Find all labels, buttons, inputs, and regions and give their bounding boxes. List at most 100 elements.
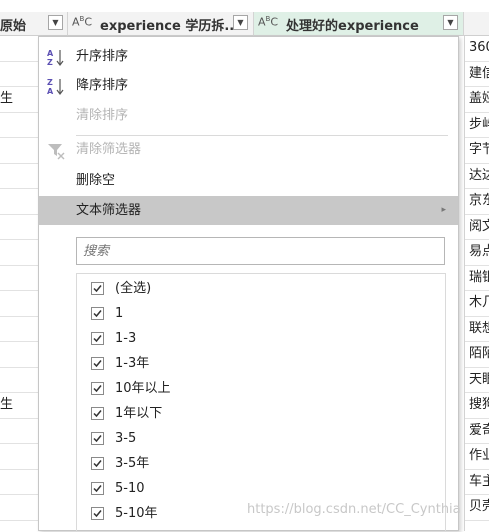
column-header-experience-split[interactable]: ABC experience 学历拆... ▼ xyxy=(68,12,254,36)
table-cell[interactable]: 陌陌 xyxy=(465,342,489,368)
filter-value-item[interactable]: 1-3 xyxy=(77,326,437,351)
sort-ascending-menu-item[interactable]: A Z 升序排序 xyxy=(39,42,458,71)
column-header-experience-split-label: experience 学历拆... xyxy=(100,19,240,34)
filter-value-label: (全选) xyxy=(115,281,152,296)
table-cell[interactable]: 天眼 xyxy=(465,368,489,393)
table-cell[interactable] xyxy=(0,215,38,240)
watermark-text: https://blog.csdn.net/CC_Cynthia xyxy=(247,502,461,517)
checkmark-icon xyxy=(93,435,102,443)
column-header-original-label: 原始 xyxy=(0,19,27,34)
filter-value-item[interactable]: 5-10 xyxy=(77,476,437,501)
table-cell[interactable] xyxy=(0,164,38,189)
filter-checkbox[interactable] xyxy=(91,407,104,420)
table-cell[interactable] xyxy=(0,495,38,521)
checkmark-icon xyxy=(93,460,102,468)
table-cell[interactable]: 步屿 xyxy=(465,113,489,138)
table-cell[interactable] xyxy=(0,138,38,164)
submenu-arrow-icon: ▸ xyxy=(441,205,446,215)
table-cell[interactable] xyxy=(0,189,38,215)
left-column-cells: 生生 xyxy=(0,36,38,531)
clear-sort-menu-item[interactable]: 清除排序 xyxy=(39,101,458,130)
column-header-processed-experience[interactable]: ABC 处理好的experience ▼ xyxy=(254,12,464,36)
table-cell[interactable]: 作业 xyxy=(465,444,489,470)
sort-descending-icon: Z A xyxy=(46,77,64,96)
column-filter-menu: A Z 升序排序 Z A 降序排序 清除排序 清除筛选器 删除空 文本筛选器 ▸… xyxy=(38,36,459,532)
filter-value-label: 10年以上 xyxy=(115,381,171,396)
remove-empty-label: 删除空 xyxy=(76,173,116,188)
checkmark-icon xyxy=(93,510,102,518)
clear-filter-label: 清除筛选器 xyxy=(76,142,142,157)
filter-value-list: (全选) 1 1-3 1-3年 10年以上 1年以下 3-5 3-5年 5-10 5-10年 xyxy=(76,273,446,532)
text-type-icon: ABC xyxy=(72,15,93,29)
table-cell[interactable]: 易点 xyxy=(465,240,489,266)
table-cell[interactable]: 盖娅 xyxy=(465,87,489,113)
filter-value-item[interactable]: 10年以上 xyxy=(77,376,437,401)
filter-search-input[interactable] xyxy=(77,238,444,264)
table-cell[interactable]: 字节 xyxy=(465,138,489,164)
table-cell[interactable]: 京东 xyxy=(465,189,489,215)
text-filters-menu-item[interactable]: 文本筛选器 ▸ xyxy=(39,196,458,225)
table-cell[interactable] xyxy=(0,291,38,317)
column-filter-dropdown-icon[interactable]: ▼ xyxy=(233,15,248,30)
sort-ascending-icon: A Z xyxy=(46,48,64,67)
table-cell[interactable] xyxy=(0,266,38,291)
svg-text:Z: Z xyxy=(47,78,53,87)
filter-value-label: 5-10年 xyxy=(115,506,158,521)
column-filter-dropdown-icon[interactable]: ▼ xyxy=(48,15,63,30)
filter-checkbox[interactable] xyxy=(91,332,104,345)
remove-empty-menu-item[interactable]: 删除空 xyxy=(39,166,458,195)
table-cell[interactable] xyxy=(0,419,38,444)
table-cell[interactable]: 阅文 xyxy=(465,215,489,240)
filter-checkbox[interactable] xyxy=(91,482,104,495)
filter-checkbox[interactable] xyxy=(91,282,104,295)
right-column-cells: 360建信盖娅步屿字节达达京东阅文易点瑞银木几联想陌陌天眼搜狗爱奇作业车主贝壳 xyxy=(464,36,489,531)
filter-checkbox[interactable] xyxy=(91,357,104,370)
table-cell[interactable]: 生 xyxy=(0,393,38,419)
column-filter-dropdown-icon[interactable]: ▼ xyxy=(443,15,458,30)
table-cell[interactable]: 木几 xyxy=(465,291,489,317)
table-cell[interactable] xyxy=(0,62,38,87)
filter-value-item[interactable]: 3-5 xyxy=(77,426,437,451)
filter-value-item[interactable]: 1 xyxy=(77,301,437,326)
filter-checkbox[interactable] xyxy=(91,307,104,320)
table-cell[interactable]: 贝壳 xyxy=(465,495,489,521)
filter-value-label: 5-10 xyxy=(115,481,145,496)
table-cell[interactable] xyxy=(0,368,38,393)
table-cell[interactable]: 搜狗 xyxy=(465,393,489,419)
filter-checkbox[interactable] xyxy=(91,507,104,520)
svg-text:Z: Z xyxy=(47,58,53,67)
checkmark-icon xyxy=(93,410,102,418)
table-cell[interactable] xyxy=(0,240,38,266)
filter-value-item[interactable]: 1-3年 xyxy=(77,351,437,376)
text-type-icon: ABC xyxy=(258,15,279,29)
column-header-next[interactable] xyxy=(464,12,489,36)
table-cell[interactable]: 车主 xyxy=(465,470,489,495)
svg-text:A: A xyxy=(47,49,54,58)
checkmark-icon xyxy=(93,385,102,393)
clear-sort-label: 清除排序 xyxy=(76,108,129,123)
table-cell[interactable] xyxy=(0,470,38,495)
filter-value-item[interactable]: (全选) xyxy=(77,276,437,301)
table-cell[interactable] xyxy=(0,342,38,368)
table-cell[interactable]: 爱奇 xyxy=(465,419,489,444)
column-header-processed-experience-label: 处理好的experience xyxy=(286,19,419,34)
table-cell[interactable]: 建信 xyxy=(465,62,489,87)
sort-descending-menu-item[interactable]: Z A 降序排序 xyxy=(39,71,458,100)
filter-value-item[interactable]: 3-5年 xyxy=(77,451,437,476)
table-cell[interactable] xyxy=(0,113,38,138)
table-cell[interactable]: 达达 xyxy=(465,164,489,189)
table-cell[interactable]: 联想 xyxy=(465,317,489,342)
filter-checkbox[interactable] xyxy=(91,382,104,395)
table-cell[interactable]: 360 xyxy=(465,36,489,62)
table-cell[interactable] xyxy=(0,36,38,62)
filter-checkbox[interactable] xyxy=(91,432,104,445)
column-header-original[interactable]: 原始 ▼ xyxy=(0,12,68,36)
table-cell[interactable]: 瑞银 xyxy=(465,266,489,291)
table-cell[interactable]: 生 xyxy=(0,87,38,113)
table-cell[interactable] xyxy=(0,444,38,470)
filter-value-item[interactable]: 1年以下 xyxy=(77,401,437,426)
filter-search-field[interactable] xyxy=(76,237,445,265)
clear-filter-menu-item[interactable]: 清除筛选器 xyxy=(39,135,458,164)
table-cell[interactable] xyxy=(0,317,38,342)
filter-checkbox[interactable] xyxy=(91,457,104,470)
